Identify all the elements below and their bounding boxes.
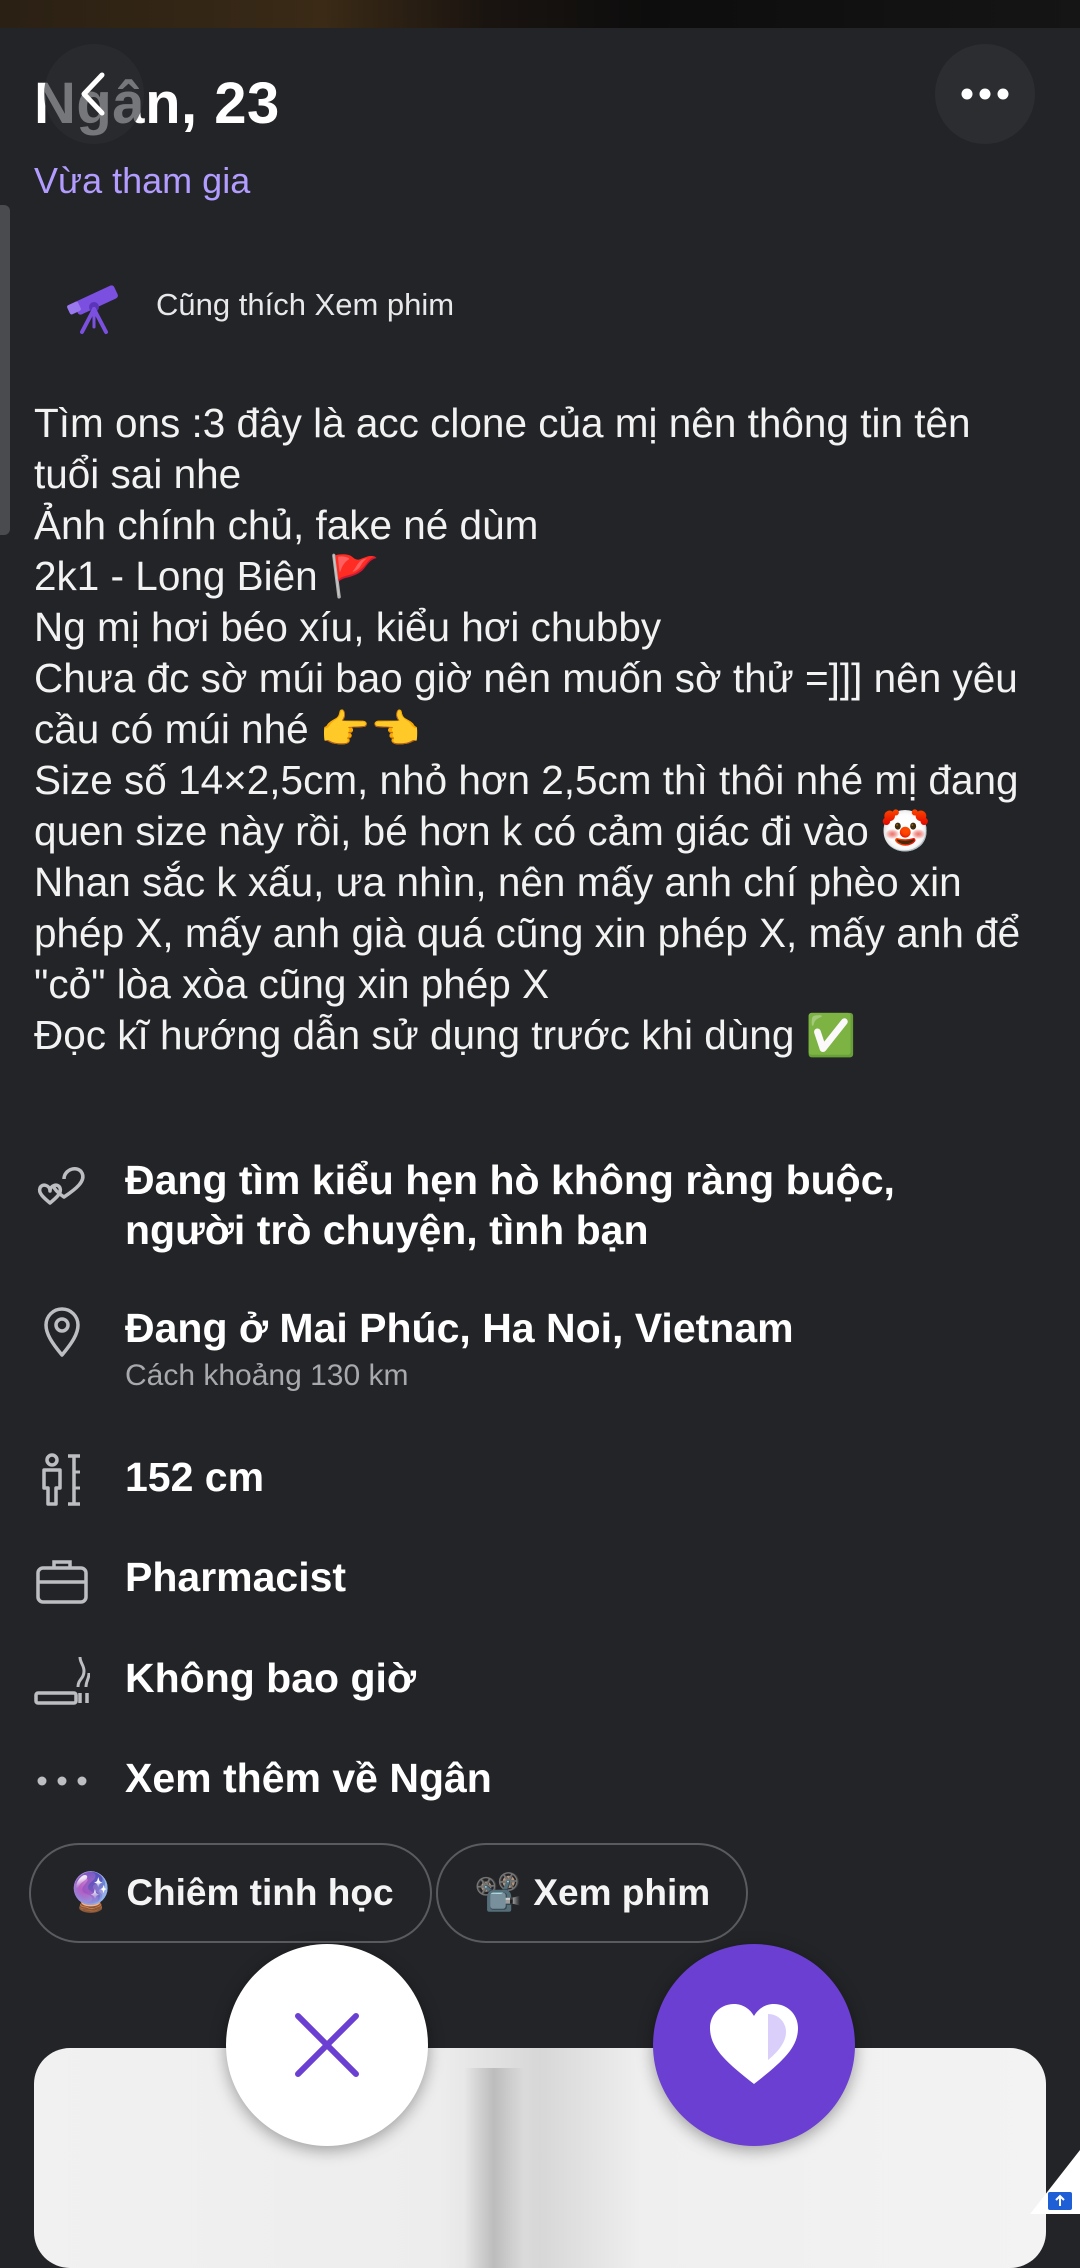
height-text: 152 cm	[125, 1454, 265, 1500]
chevron-left-icon	[81, 72, 105, 116]
briefcase-icon	[34, 1552, 90, 1608]
job-text: Pharmacist	[125, 1554, 347, 1600]
more-horizontal-icon	[961, 88, 1009, 100]
smoking-icon	[34, 1653, 90, 1709]
shared-interest-row: Cũng thích Xem phim	[66, 275, 454, 335]
interest-chip-movies[interactable]: 📽️ Xem phim	[436, 1843, 749, 1943]
job-row: Pharmacist	[34, 1552, 346, 1608]
scroll-indicator	[0, 205, 10, 535]
height-row: 152 cm	[34, 1452, 264, 1508]
looking-for-text: Đang tìm kiểu hẹn hò không ràng buộc, ng…	[125, 1157, 895, 1253]
like-button[interactable]	[653, 1944, 855, 2146]
distance-text: Cách khoảng 130 km	[125, 1359, 409, 1392]
more-options-button[interactable]	[935, 44, 1035, 144]
smoking-row: Không bao giờ	[34, 1653, 416, 1709]
corner-badge-icon	[1030, 2150, 1080, 2214]
close-icon	[295, 2013, 359, 2077]
photo-top-edge	[0, 0, 1080, 28]
joined-status: Vừa tham gia	[34, 160, 251, 201]
back-button[interactable]	[44, 44, 144, 144]
see-more-row[interactable]: Xem thêm về Ngân	[34, 1753, 492, 1809]
heart-icon	[710, 2004, 798, 2084]
interest-chip-label: Xem phim	[533, 1872, 711, 1913]
next-photo-card	[34, 2048, 1046, 2268]
pass-button[interactable]	[226, 1944, 428, 2146]
interest-chip-label: Chiêm tinh học	[126, 1872, 394, 1913]
location-pin-icon	[34, 1303, 90, 1359]
smoking-text: Không bao giờ	[125, 1655, 417, 1701]
shared-interest-label: Cũng thích Xem phim	[156, 287, 455, 322]
dots-icon	[34, 1753, 90, 1809]
hearts-icon	[34, 1155, 90, 1211]
height-icon	[34, 1452, 90, 1508]
location-text: Đang ở Mai Phúc, Ha Noi, Vietnam	[125, 1305, 794, 1351]
telescope-icon	[67, 285, 118, 334]
see-more-text[interactable]: Xem thêm về Ngân	[125, 1753, 492, 1803]
interest-chip-astrology[interactable]: 🔮 Chiêm tinh học	[29, 1843, 432, 1943]
profile-bio: Tìm ons :3 đây là acc clone của mị nên t…	[34, 400, 1021, 1058]
film-projector-icon: 📽️	[474, 1872, 522, 1914]
looking-for-row: Đang tìm kiểu hẹn hò không ràng buộc, ng…	[34, 1155, 1025, 1255]
location-row: Đang ở Mai Phúc, Ha Noi, Vietnam Cách kh…	[34, 1303, 794, 1393]
crystal-ball-icon: 🔮	[67, 1872, 115, 1914]
